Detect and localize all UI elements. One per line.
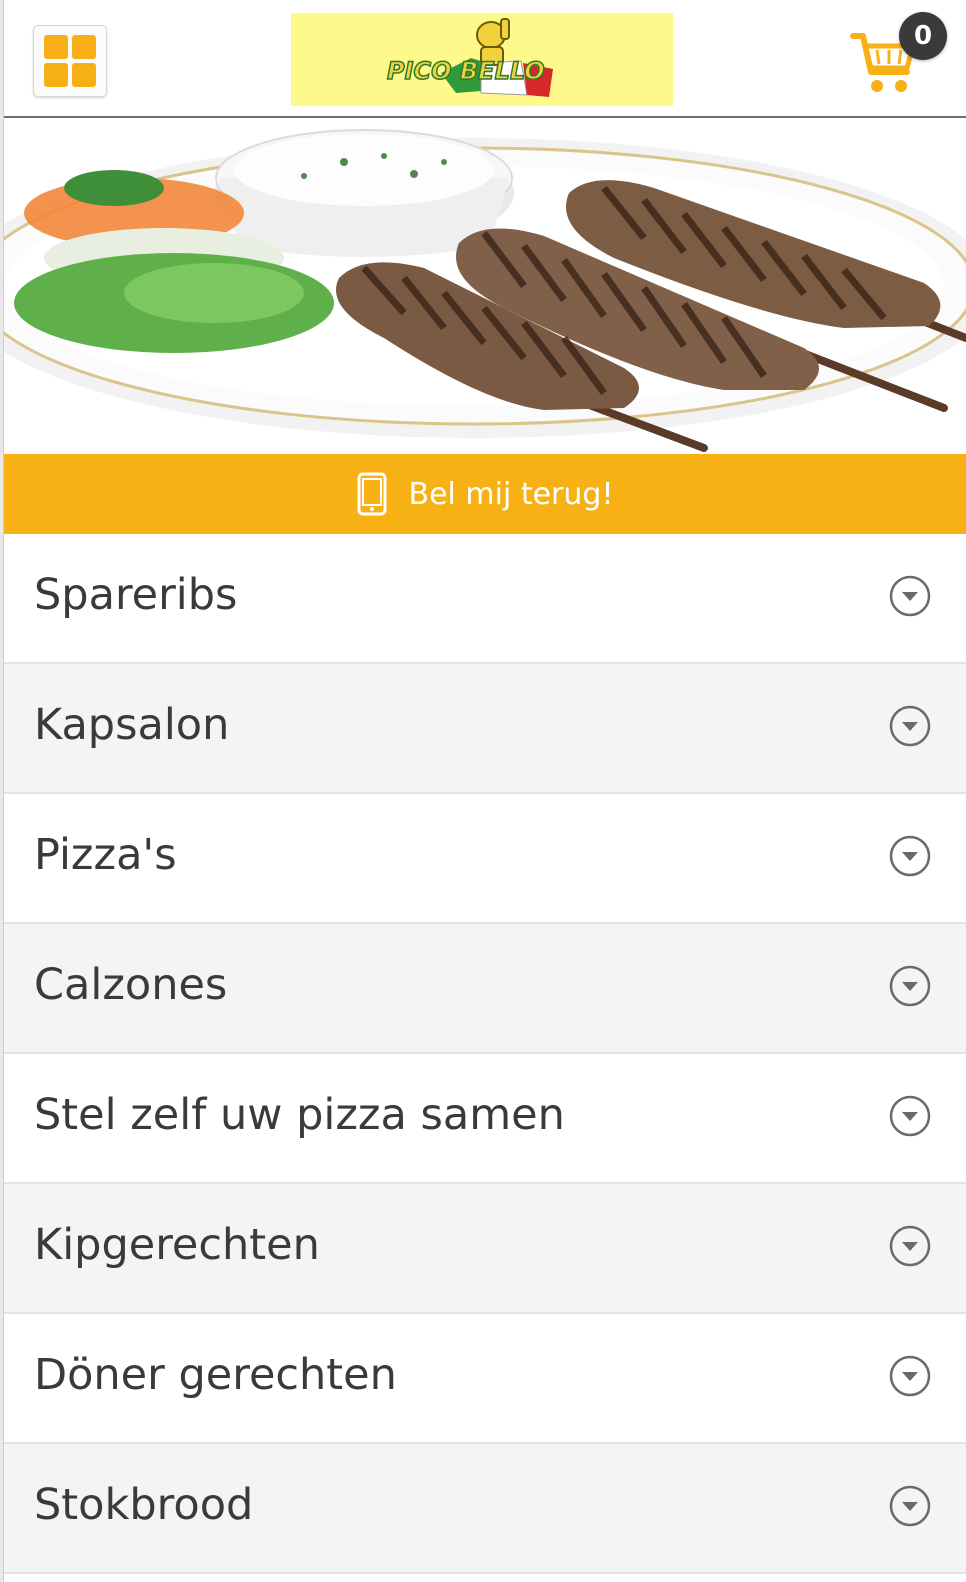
chevron-down-icon [889,1225,931,1267]
category-item[interactable]: Kipgerechten [4,1184,966,1314]
restaurant-logo[interactable]: PICO BELLO [291,13,673,106]
callback-button[interactable]: Bel mij terug! [4,454,966,534]
chevron-down-icon [889,1095,931,1137]
logo-text: PICO BELLO [387,57,545,85]
chevron-down-icon [889,965,931,1007]
kebab-plate-image [4,129,966,452]
category-item[interactable]: Stokbrood [4,1444,966,1574]
mobile-phone-icon [357,472,386,516]
callback-label: Bel mij terug! [408,476,614,512]
category-label: Pizza's [34,830,177,880]
logo-graphic: PICO BELLO [386,18,553,97]
category-list: Spareribs Kapsalon Pizza's Calzones Stel… [4,534,966,1574]
category-item[interactable]: Döner gerechten [4,1314,966,1444]
category-label: Spareribs [34,570,238,620]
chevron-down-icon [889,705,931,747]
top-header: PICO BELLO 0 [4,0,966,118]
category-label: Döner gerechten [34,1350,397,1400]
category-label: Stel zelf uw pizza samen [34,1090,565,1140]
hero-food-image [4,118,966,454]
chevron-down-icon [889,835,931,877]
chevron-down-icon [889,1485,931,1527]
category-item[interactable]: Pizza's [4,794,966,924]
category-item[interactable]: Calzones [4,924,966,1054]
category-label: Kapsalon [34,700,230,750]
category-label: Stokbrood [34,1480,254,1530]
category-item[interactable]: Spareribs [4,534,966,664]
menu-button[interactable] [33,25,107,97]
category-label: Kipgerechten [34,1220,320,1270]
category-item[interactable]: Stel zelf uw pizza samen [4,1054,966,1184]
app-window: PICO BELLO 0 Bel mij terug! Spareribs Ka… [4,0,966,1582]
cart-count-badge: 0 [899,12,947,60]
chevron-down-icon [889,1355,931,1397]
category-label: Calzones [34,960,228,1010]
category-item[interactable]: Kapsalon [4,664,966,794]
chevron-down-icon [889,575,931,617]
